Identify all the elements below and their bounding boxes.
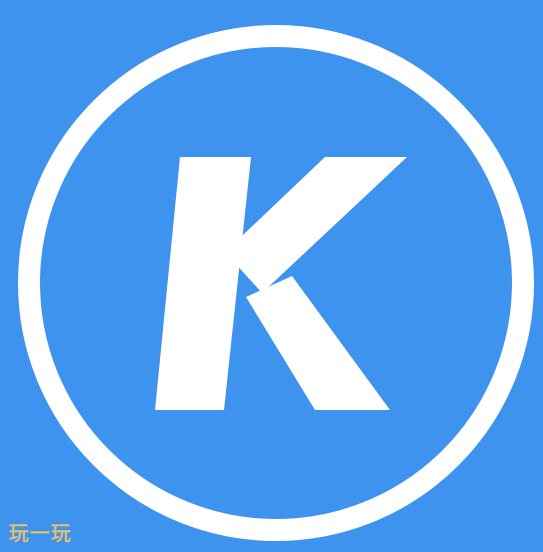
- k-logo-icon: [0, 0, 543, 552]
- watermark-text: 玩一玩: [9, 521, 72, 545]
- app-logo-canvas: 玩一玩: [0, 0, 543, 552]
